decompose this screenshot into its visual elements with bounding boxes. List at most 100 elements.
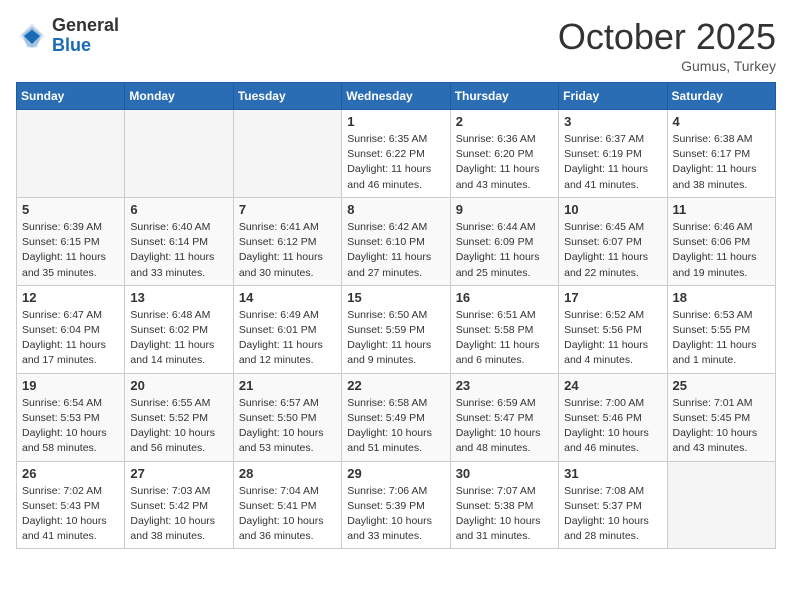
day-number: 27: [130, 466, 227, 481]
calendar-cell: 6Sunrise: 6:40 AM Sunset: 6:14 PM Daylig…: [125, 197, 233, 285]
day-number: 20: [130, 378, 227, 393]
day-info: Sunrise: 6:54 AM Sunset: 5:53 PM Dayligh…: [22, 396, 119, 457]
day-info: Sunrise: 6:51 AM Sunset: 5:58 PM Dayligh…: [456, 308, 553, 369]
day-info: Sunrise: 6:35 AM Sunset: 6:22 PM Dayligh…: [347, 132, 444, 193]
day-info: Sunrise: 6:44 AM Sunset: 6:09 PM Dayligh…: [456, 220, 553, 281]
calendar-cell: 25 Sunrise: 7:01 AM Sunset: 5:45 PM Dayli…: [667, 373, 775, 461]
day-number: 8: [347, 202, 444, 217]
day-info: Sunrise: 6:39 AM Sunset: 6:15 PM Dayligh…: [22, 220, 119, 281]
day-number: 10: [564, 202, 661, 217]
day-info: Sunrise: 6:42 AM Sunset: 6:10 PM Dayligh…: [347, 220, 444, 281]
day-info: Sunrise: 6:57 AM Sunset: 5:50 PM Dayligh…: [239, 396, 336, 457]
day-info: Sunrise: 6:41 AM Sunset: 6:12 PM Dayligh…: [239, 220, 336, 281]
day-number: 2: [456, 114, 553, 129]
day-info: Sunrise: 6:53 AM Sunset: 5:55 PM Dayligh…: [673, 308, 770, 369]
calendar-cell: 24Sunrise: 7:00 AM Sunset: 5:46 PM Dayli…: [559, 373, 667, 461]
day-info: Sunrise: 6:37 AM Sunset: 6:19 PM Dayligh…: [564, 132, 661, 193]
logo-blue: Blue: [52, 36, 119, 56]
day-info: Sunrise: 6:46 AM Sunset: 6:06 PM Dayligh…: [673, 220, 770, 281]
week-row-5: 26 Sunrise: 7:02 AM Sunset: 5:43 PM Dayli…: [17, 461, 776, 549]
day-info: Sunrise: 7:04 AM Sunset: 5:41 PM Dayligh…: [239, 484, 336, 545]
calendar-cell: 16 Sunrise: 6:51 AM Sunset: 5:58 PM Dayli…: [450, 285, 558, 373]
title-block: October 2025 Gumus, Turkey: [558, 16, 776, 74]
day-number: 17: [564, 290, 661, 305]
day-info: Sunrise: 6:47 AM Sunset: 6:04 PM Dayligh…: [22, 308, 119, 369]
calendar-cell: 11 Sunrise: 6:46 AM Sunset: 6:06 PM Dayli…: [667, 197, 775, 285]
calendar-cell: 30 Sunrise: 7:07 AM Sunset: 5:38 PM Dayli…: [450, 461, 558, 549]
weekday-header-sunday: Sunday: [17, 83, 125, 110]
weekday-header-thursday: Thursday: [450, 83, 558, 110]
day-number: 30: [456, 466, 553, 481]
day-number: 13: [130, 290, 227, 305]
day-number: 11: [673, 202, 770, 217]
day-number: 26: [22, 466, 119, 481]
calendar-cell: 10Sunrise: 6:45 AM Sunset: 6:07 PM Dayli…: [559, 197, 667, 285]
week-row-4: 19Sunrise: 6:54 AM Sunset: 5:53 PM Dayli…: [17, 373, 776, 461]
weekday-header-row: SundayMondayTuesdayWednesdayThursdayFrid…: [17, 83, 776, 110]
calendar-cell: 17Sunrise: 6:52 AM Sunset: 5:56 PM Dayli…: [559, 285, 667, 373]
day-info: Sunrise: 7:01 AM Sunset: 5:45 PM Dayligh…: [673, 396, 770, 457]
calendar-cell: [233, 110, 341, 198]
calendar-cell: 23Sunrise: 6:59 AM Sunset: 5:47 PM Dayli…: [450, 373, 558, 461]
day-info: Sunrise: 6:55 AM Sunset: 5:52 PM Dayligh…: [130, 396, 227, 457]
calendar-cell: 29Sunrise: 7:06 AM Sunset: 5:39 PM Dayli…: [342, 461, 450, 549]
day-info: Sunrise: 6:38 AM Sunset: 6:17 PM Dayligh…: [673, 132, 770, 193]
day-info: Sunrise: 6:59 AM Sunset: 5:47 PM Dayligh…: [456, 396, 553, 457]
weekday-header-monday: Monday: [125, 83, 233, 110]
calendar-cell: 5Sunrise: 6:39 AM Sunset: 6:15 PM Daylig…: [17, 197, 125, 285]
day-number: 3: [564, 114, 661, 129]
day-number: 9: [456, 202, 553, 217]
calendar-cell: 19Sunrise: 6:54 AM Sunset: 5:53 PM Dayli…: [17, 373, 125, 461]
day-number: 18: [673, 290, 770, 305]
day-info: Sunrise: 7:03 AM Sunset: 5:42 PM Dayligh…: [130, 484, 227, 545]
calendar-cell: 20 Sunrise: 6:55 AM Sunset: 5:52 PM Dayli…: [125, 373, 233, 461]
calendar-cell: 13 Sunrise: 6:48 AM Sunset: 6:02 PM Dayli…: [125, 285, 233, 373]
day-number: 21: [239, 378, 336, 393]
week-row-2: 5Sunrise: 6:39 AM Sunset: 6:15 PM Daylig…: [17, 197, 776, 285]
day-number: 25: [673, 378, 770, 393]
calendar-cell: 9 Sunrise: 6:44 AM Sunset: 6:09 PM Daylig…: [450, 197, 558, 285]
calendar-cell: 28Sunrise: 7:04 AM Sunset: 5:41 PM Dayli…: [233, 461, 341, 549]
day-number: 12: [22, 290, 119, 305]
calendar-cell: 8 Sunrise: 6:42 AM Sunset: 6:10 PM Daylig…: [342, 197, 450, 285]
weekday-header-tuesday: Tuesday: [233, 83, 341, 110]
day-number: 14: [239, 290, 336, 305]
calendar-cell: 22 Sunrise: 6:58 AM Sunset: 5:49 PM Dayli…: [342, 373, 450, 461]
logo-icon: [16, 20, 48, 52]
weekday-header-wednesday: Wednesday: [342, 83, 450, 110]
day-info: Sunrise: 7:07 AM Sunset: 5:38 PM Dayligh…: [456, 484, 553, 545]
calendar-cell: 3 Sunrise: 6:37 AM Sunset: 6:19 PM Daylig…: [559, 110, 667, 198]
calendar-cell: 7 Sunrise: 6:41 AM Sunset: 6:12 PM Daylig…: [233, 197, 341, 285]
location-subtitle: Gumus, Turkey: [558, 58, 776, 74]
weekday-header-saturday: Saturday: [667, 83, 775, 110]
day-number: 24: [564, 378, 661, 393]
day-number: 16: [456, 290, 553, 305]
calendar-cell: 31 Sunrise: 7:08 AM Sunset: 5:37 PM Dayli…: [559, 461, 667, 549]
day-info: Sunrise: 6:58 AM Sunset: 5:49 PM Dayligh…: [347, 396, 444, 457]
day-number: 22: [347, 378, 444, 393]
calendar-cell: [17, 110, 125, 198]
calendar-cell: 1 Sunrise: 6:35 AM Sunset: 6:22 PM Daylig…: [342, 110, 450, 198]
day-info: Sunrise: 6:49 AM Sunset: 6:01 PM Dayligh…: [239, 308, 336, 369]
day-number: 4: [673, 114, 770, 129]
calendar-cell: 26 Sunrise: 7:02 AM Sunset: 5:43 PM Dayli…: [17, 461, 125, 549]
day-info: Sunrise: 6:50 AM Sunset: 5:59 PM Dayligh…: [347, 308, 444, 369]
logo: General Blue: [16, 16, 119, 56]
day-info: Sunrise: 6:48 AM Sunset: 6:02 PM Dayligh…: [130, 308, 227, 369]
day-number: 31: [564, 466, 661, 481]
week-row-3: 12 Sunrise: 6:47 AM Sunset: 6:04 PM Dayli…: [17, 285, 776, 373]
calendar-cell: 12 Sunrise: 6:47 AM Sunset: 6:04 PM Dayli…: [17, 285, 125, 373]
day-info: Sunrise: 7:02 AM Sunset: 5:43 PM Dayligh…: [22, 484, 119, 545]
month-title: October 2025: [558, 16, 776, 58]
calendar-cell: 27 Sunrise: 7:03 AM Sunset: 5:42 PM Dayli…: [125, 461, 233, 549]
page-header: General Blue October 2025 Gumus, Turkey: [16, 16, 776, 74]
logo-general: General: [52, 16, 119, 36]
day-number: 29: [347, 466, 444, 481]
calendar-cell: 4 Sunrise: 6:38 AM Sunset: 6:17 PM Daylig…: [667, 110, 775, 198]
calendar-cell: 18 Sunrise: 6:53 AM Sunset: 5:55 PM Dayli…: [667, 285, 775, 373]
logo-text: General Blue: [52, 16, 119, 56]
day-info: Sunrise: 7:08 AM Sunset: 5:37 PM Dayligh…: [564, 484, 661, 545]
day-number: 7: [239, 202, 336, 217]
weekday-header-friday: Friday: [559, 83, 667, 110]
day-number: 1: [347, 114, 444, 129]
